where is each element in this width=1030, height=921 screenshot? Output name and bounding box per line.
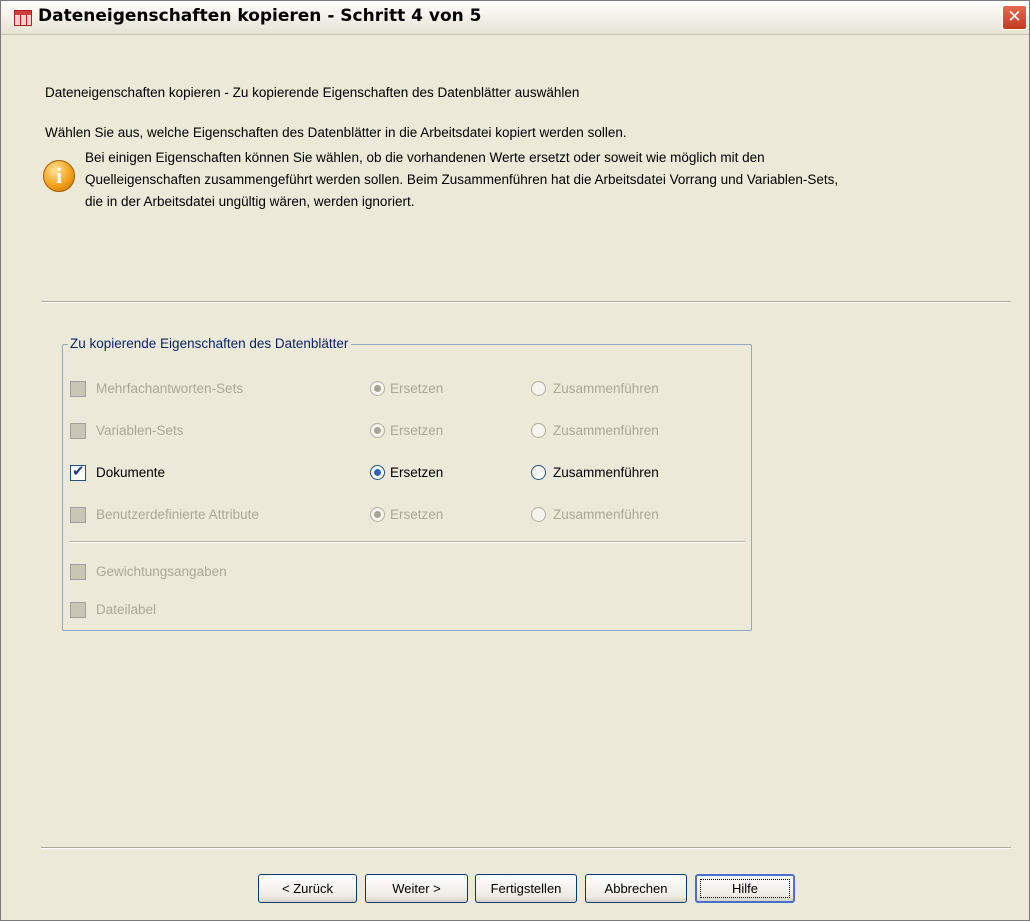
group-separator <box>69 541 745 543</box>
close-button[interactable]: ✕ <box>1002 5 1027 30</box>
label-documents: Dokumente <box>96 465 166 480</box>
label-variable-sets: Variablen-Sets <box>96 423 184 438</box>
label-merge: Zusammenführen <box>553 423 659 438</box>
radio-replace-documents[interactable] <box>370 465 385 480</box>
label-custom-attributes: Benutzerdefinierte Attribute <box>96 507 259 522</box>
window-title: Dateneigenschaften kopieren - Schritt 4 … <box>38 6 482 26</box>
info-icon: i <box>43 160 75 192</box>
focus-rectangle <box>700 879 790 898</box>
label-replace: Ersetzen <box>390 381 444 396</box>
help-button[interactable]: Hilfe <box>695 874 795 903</box>
group-title: Zu kopierende Eigenschaften des Datenblä… <box>68 336 352 351</box>
checkbox-weighting[interactable] <box>70 564 86 580</box>
info-line-2: Quelleigenschaften zusammengeführt werde… <box>85 172 839 187</box>
info-line-1: Bei einigen Eigenschaften können Sie wäh… <box>85 150 765 165</box>
radio-merge-multiple-response-sets[interactable] <box>531 381 546 396</box>
table-grid-icon <box>14 10 32 26</box>
next-button[interactable]: Weiter > <box>365 874 468 903</box>
back-button[interactable]: < Zurück <box>258 874 357 903</box>
radio-merge-variable-sets[interactable] <box>531 423 546 438</box>
radio-replace-custom-attributes[interactable] <box>370 507 385 522</box>
label-file-label: Dateilabel <box>96 602 157 617</box>
cancel-button[interactable]: Abbrechen <box>585 874 687 903</box>
checkbox-multiple-response-sets[interactable] <box>70 381 86 397</box>
label-multiple-response-sets: Mehrfachantworten-Sets <box>96 381 244 396</box>
radio-replace-variable-sets[interactable] <box>370 423 385 438</box>
page-subheading: Wählen Sie aus, welche Eigenschaften des… <box>45 125 627 140</box>
label-weighting: Gewichtungsangaben <box>96 564 227 579</box>
label-merge: Zusammenführen <box>553 465 659 480</box>
radio-merge-custom-attributes[interactable] <box>531 507 546 522</box>
checkbox-documents[interactable]: ✔ <box>70 462 86 481</box>
radio-replace-multiple-response-sets[interactable] <box>370 381 385 396</box>
label-replace: Ersetzen <box>390 507 444 522</box>
checkbox-custom-attributes[interactable] <box>70 507 86 523</box>
separator-bottom <box>41 847 1011 849</box>
radio-merge-documents[interactable] <box>531 465 546 480</box>
label-replace: Ersetzen <box>390 423 444 438</box>
title-bar[interactable]: Dateneigenschaften kopieren - Schritt 4 … <box>1 1 1029 35</box>
checkmark-icon: ✔ <box>72 462 85 480</box>
label-merge: Zusammenführen <box>553 507 659 522</box>
checkbox-file-label[interactable] <box>70 602 86 618</box>
close-icon: ✕ <box>1007 7 1022 27</box>
label-merge: Zusammenführen <box>553 381 659 396</box>
dialog-window: Dateneigenschaften kopieren - Schritt 4 … <box>0 0 1030 921</box>
finish-button[interactable]: Fertigstellen <box>475 874 577 903</box>
separator-top <box>41 301 1011 303</box>
label-replace: Ersetzen <box>390 465 444 480</box>
info-line-3: die in der Arbeitsdatei ungültig wären, … <box>85 194 415 209</box>
page-heading: Dateneigenschaften kopieren - Zu kopiere… <box>45 85 580 100</box>
checkbox-variable-sets[interactable] <box>70 423 86 439</box>
